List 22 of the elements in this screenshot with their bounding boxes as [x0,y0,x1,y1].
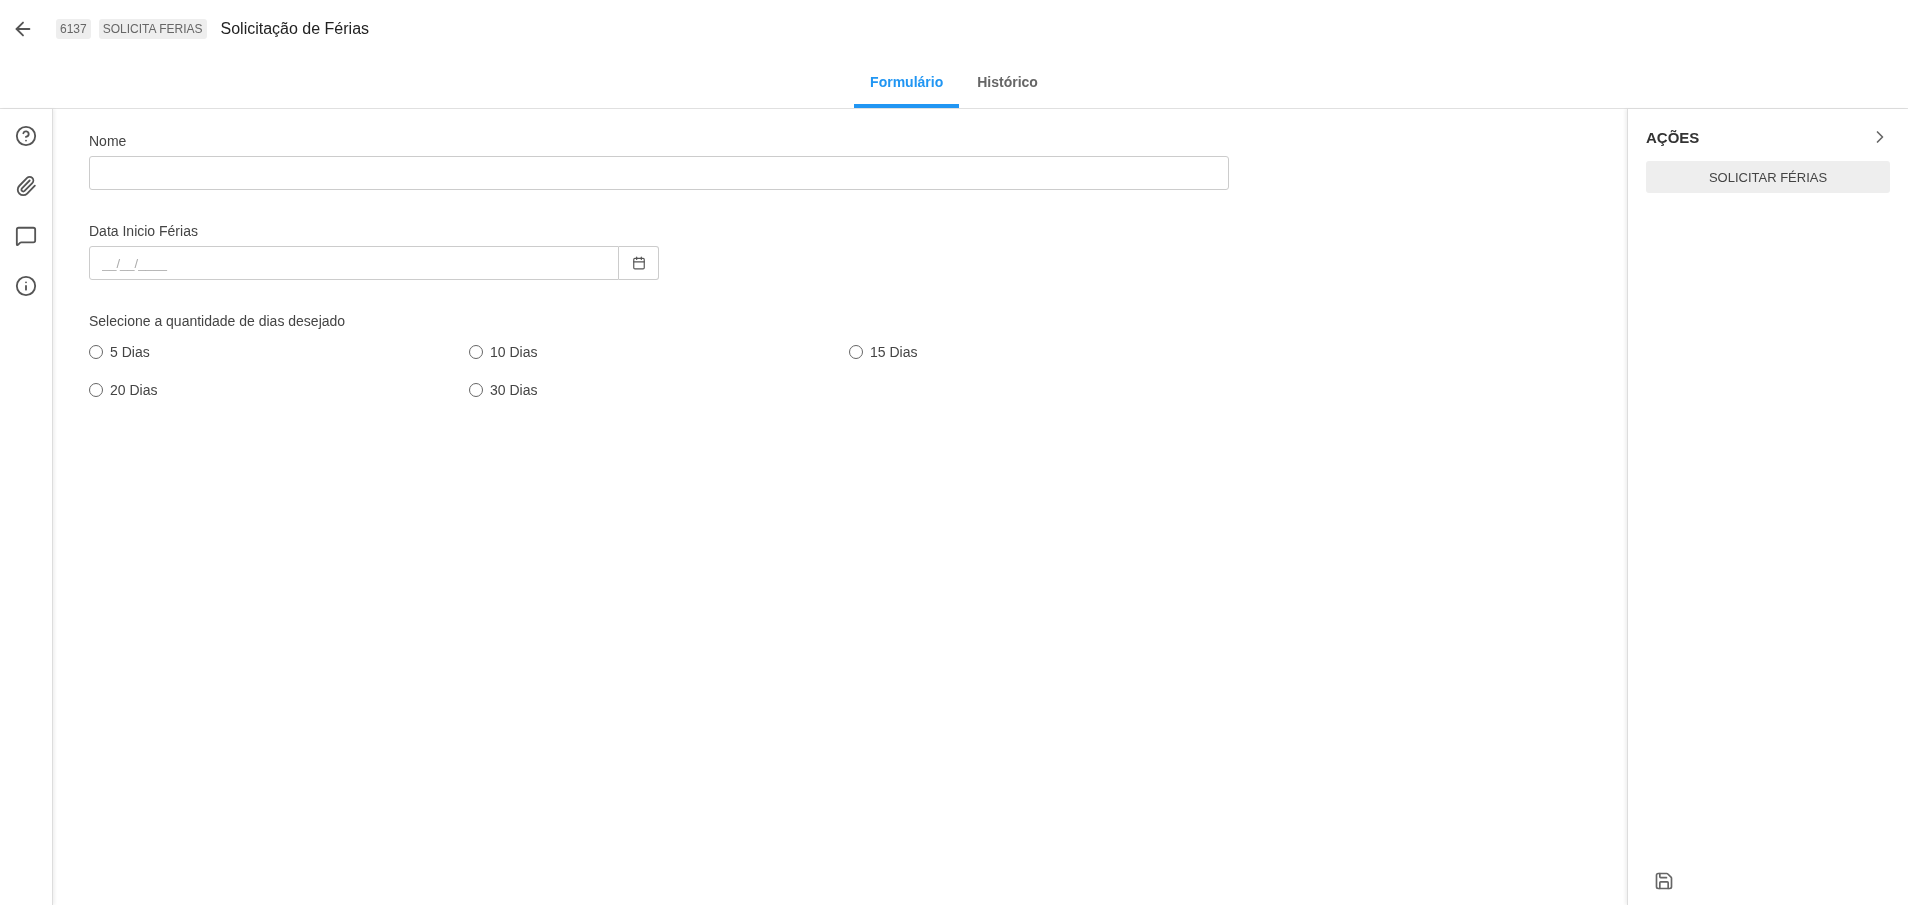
comment-icon[interactable] [15,225,37,247]
help-icon[interactable] [15,125,37,147]
tag: 6137 [56,19,91,39]
page-title: Solicitação de Férias [220,20,370,38]
field-label: Nome [89,133,128,149]
action-button[interactable]: SOLICITAR FÉRIAS [1646,161,1890,193]
radio-option[interactable]: 30 Dias [469,382,538,398]
field-label: Selecione a quantidade de dias desejado [89,313,347,329]
calendar-icon [631,256,646,270]
info-icon[interactable] [15,275,37,297]
tab[interactable]: Histórico [961,62,1054,108]
name-input[interactable] [89,156,1229,190]
radio-option[interactable]: 20 Dias [89,382,158,398]
radio-option[interactable]: 5 Dias [89,344,150,360]
date-input[interactable]: __/__/____ [89,246,619,280]
tag: SOLICITA FERIAS [98,19,207,39]
calendar-button[interactable] [619,246,659,280]
radio-option[interactable]: 15 Dias [849,344,918,360]
panel-title: AÇÕES [1646,128,1700,146]
field-label: Data Inicio Férias [89,223,199,239]
radio-option[interactable]: 10 Dias [469,344,538,360]
paperclip-icon[interactable] [15,175,37,197]
